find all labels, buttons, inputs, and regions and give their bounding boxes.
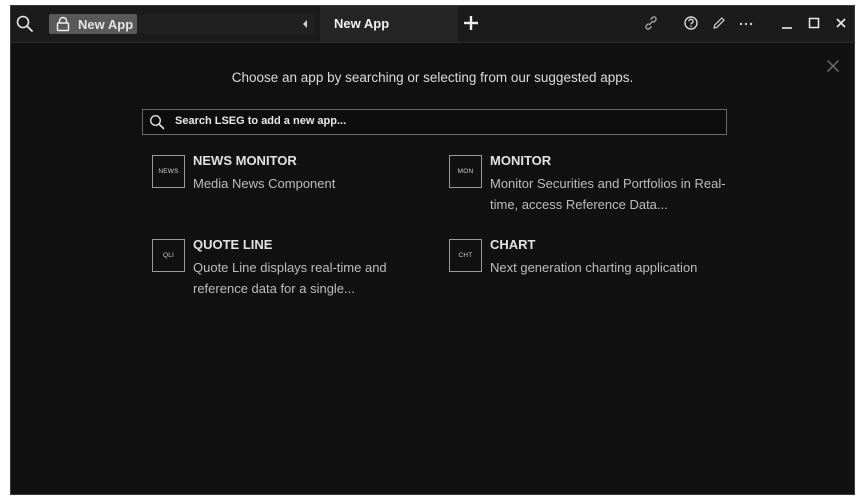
link-icon[interactable] <box>643 15 659 31</box>
app-badge: QLI <box>152 239 185 272</box>
app-name-track <box>137 14 314 34</box>
help-icon[interactable] <box>683 15 699 31</box>
search-placeholder: Search LSEG to add a new app... <box>175 115 347 127</box>
app-window: New App New App Choose an app by searchi… <box>10 5 855 495</box>
title-bar: New App New App <box>11 6 854 43</box>
app-name: NEWS MONITOR <box>193 153 297 168</box>
app-description: Media News Component <box>193 176 336 191</box>
app-name-pill[interactable]: New App <box>49 14 137 34</box>
prompt-text: Choose an app by searching or selecting … <box>231 70 634 85</box>
search-icon[interactable] <box>15 14 35 34</box>
app-badge: MON <box>449 155 482 188</box>
edit-icon[interactable] <box>711 15 727 31</box>
search-icon <box>149 114 165 130</box>
minimize-icon[interactable] <box>780 16 794 30</box>
app-badge: NEWS <box>152 155 185 188</box>
app-description: Quote Line displays real-time and refere… <box>193 260 387 296</box>
close-icon[interactable] <box>834 16 848 30</box>
lock-icon[interactable] <box>55 16 71 32</box>
more-icon[interactable] <box>738 15 754 31</box>
app-description: Monitor Securities and Portfolios in Rea… <box>490 176 726 212</box>
app-name-label: New App <box>78 16 134 32</box>
collapse-arrow-icon[interactable] <box>300 17 310 31</box>
maximize-icon[interactable] <box>807 16 821 30</box>
tab-new-app[interactable]: New App <box>320 6 458 42</box>
search-input[interactable]: Search LSEG to add a new app... <box>142 109 727 135</box>
app-name: CHART <box>490 237 536 252</box>
app-name: MONITOR <box>490 153 552 168</box>
app-name: QUOTE LINE <box>193 237 273 252</box>
app-badge: CHT <box>449 239 482 272</box>
plus-icon[interactable] <box>462 14 480 32</box>
app-description: Next generation charting application <box>490 260 698 275</box>
